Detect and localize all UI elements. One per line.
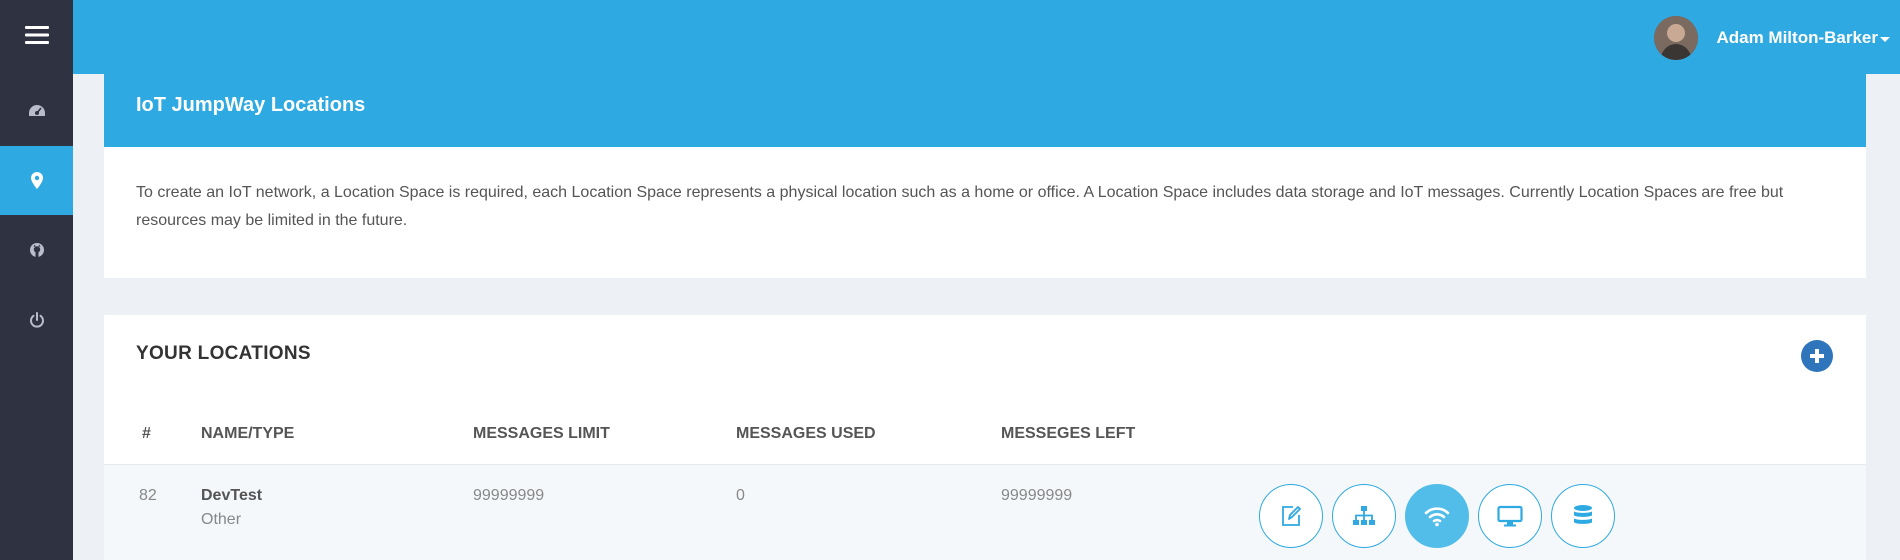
- sitemap-icon: [1353, 506, 1375, 525]
- location-devices-button[interactable]: [1478, 484, 1542, 548]
- your-locations-card: YOUR LOCATIONS # NAME/TYPE MESSAGES LIMI…: [104, 315, 1866, 560]
- edit-icon: [1282, 506, 1301, 526]
- sidebar-item-locations[interactable]: [0, 146, 73, 215]
- location-type: Other: [201, 511, 242, 528]
- chevron-down-icon: [1880, 37, 1890, 42]
- database-icon: [1574, 505, 1592, 524]
- menu-icon: [24, 25, 49, 44]
- location-pin-icon: [30, 172, 43, 189]
- column-header-name-type: NAME/TYPE: [201, 425, 295, 442]
- column-header-messages-left: MESSEGES LEFT: [1001, 425, 1136, 442]
- desktop-icon: [1497, 505, 1523, 527]
- column-header-messages-used: MESSAGES USED: [736, 425, 876, 442]
- table-row: 82 DevTest Other 99999999 0 99999999: [104, 464, 1866, 560]
- menu-toggle-button[interactable]: [0, 0, 73, 69]
- sidebar-item-github[interactable]: [0, 215, 73, 284]
- location-wifi-button[interactable]: [1405, 484, 1469, 548]
- location-network-button[interactable]: [1332, 484, 1396, 548]
- github-icon: [29, 242, 44, 257]
- user-menu[interactable]: Adam Milton-Barker: [1654, 16, 1890, 60]
- location-id: 82: [139, 487, 157, 504]
- sidebar-item-logout[interactable]: [0, 285, 73, 354]
- column-header-id: #: [142, 425, 151, 442]
- sidebar-item-dashboard[interactable]: [0, 76, 73, 145]
- edit-location-button[interactable]: [1259, 484, 1323, 548]
- dashboard-icon: [28, 104, 45, 116]
- wifi-icon: [1424, 507, 1450, 527]
- location-name[interactable]: DevTest: [201, 487, 262, 505]
- locations-intro-header: IoT JumpWay Locations: [104, 74, 1866, 147]
- sidebar: [0, 0, 73, 560]
- messages-left-value: 99999999: [1001, 487, 1073, 504]
- column-header-messages-limit: MESSAGES LIMIT: [473, 425, 610, 442]
- location-data-button[interactable]: [1551, 484, 1615, 548]
- user-name: Adam Milton-Barker: [1716, 28, 1878, 47]
- intro-description: To create an IoT network, a Location Spa…: [136, 184, 1784, 229]
- messages-used-value: 0: [736, 487, 745, 504]
- locations-intro-body: To create an IoT network, a Location Spa…: [104, 147, 1866, 278]
- top-bar: Adam Milton-Barker: [73, 0, 1900, 74]
- add-location-button[interactable]: [1801, 340, 1833, 372]
- section-title: YOUR LOCATIONS: [136, 343, 311, 364]
- avatar: [1654, 16, 1699, 60]
- page-title: IoT JumpWay Locations: [136, 94, 366, 116]
- messages-limit-value: 99999999: [473, 487, 545, 504]
- plus-icon: [1810, 349, 1824, 363]
- power-icon: [29, 311, 44, 328]
